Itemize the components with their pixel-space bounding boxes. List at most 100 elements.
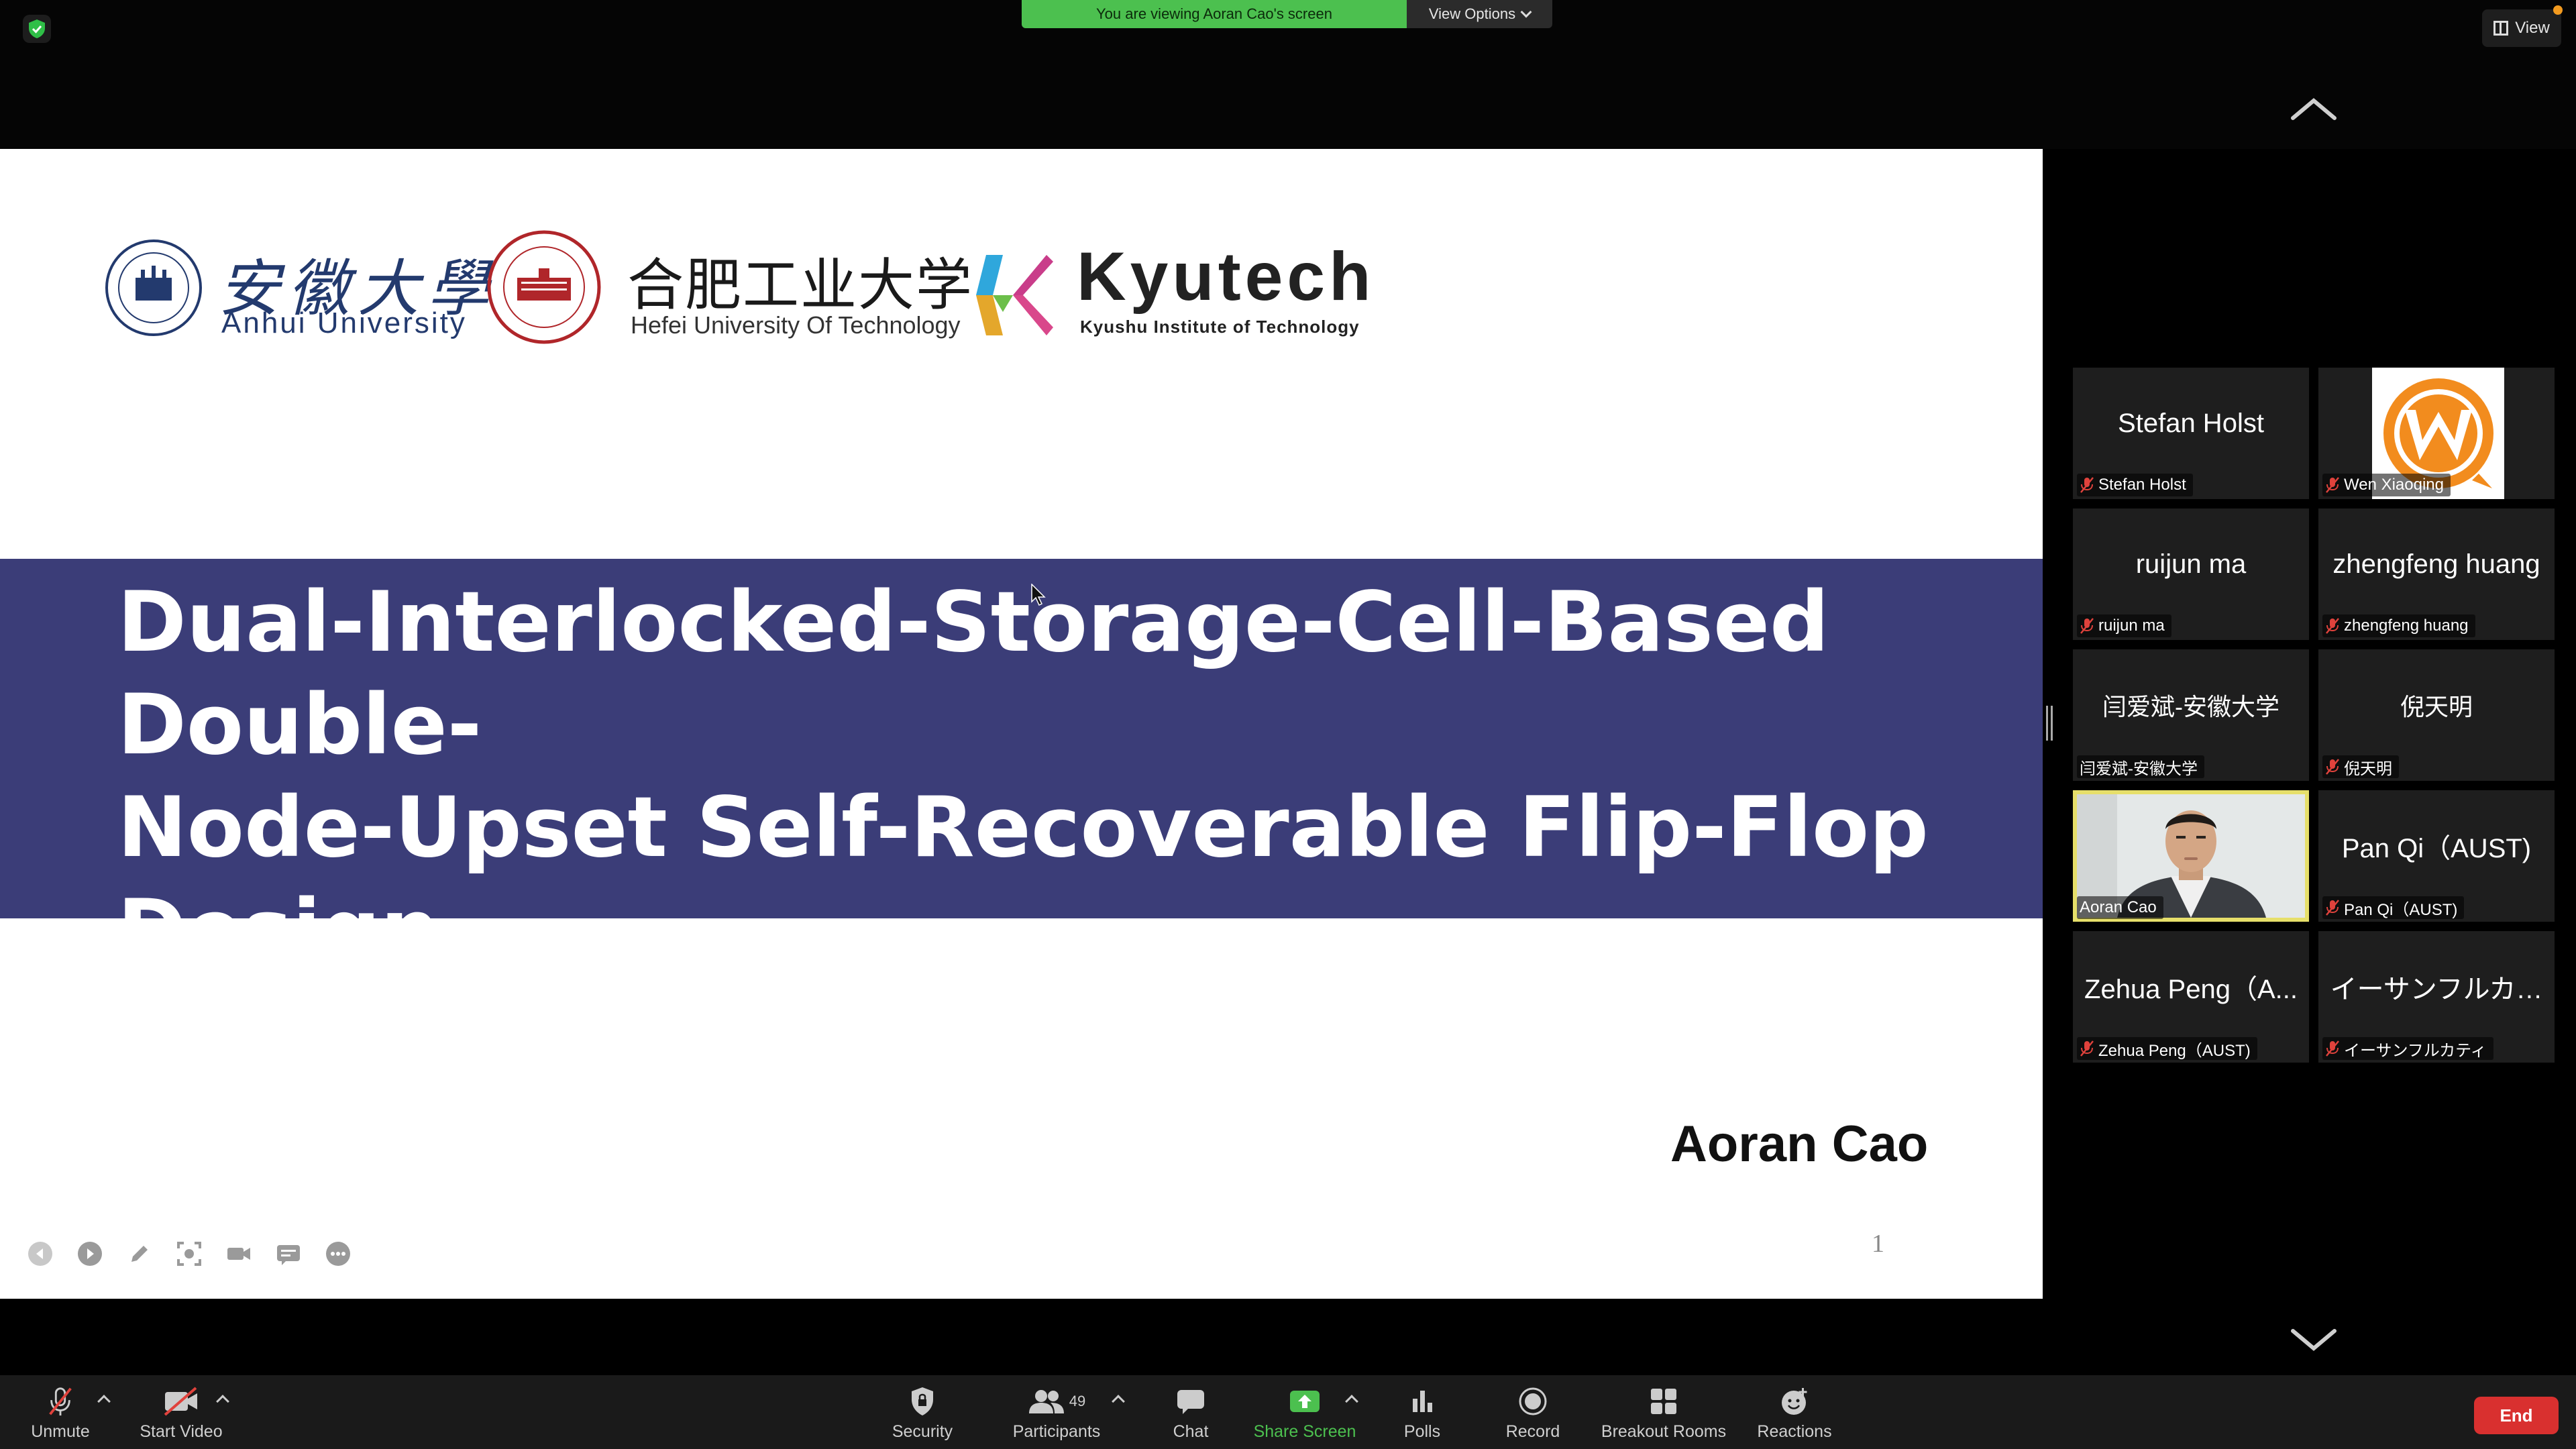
participant-label-text: イーサンフルカティ bbox=[2344, 1041, 2487, 1060]
participant-name-label: ruijun ma bbox=[2077, 614, 2171, 637]
view-options-button[interactable]: View Options bbox=[1407, 0, 1552, 28]
muted-mic-icon bbox=[2080, 477, 2094, 493]
record-label: Record bbox=[1505, 1422, 1560, 1441]
participant-tile-active-speaker[interactable]: Aoran Cao bbox=[2073, 790, 2309, 922]
participant-tile[interactable]: zhengfeng huang zhengfeng huang bbox=[2318, 508, 2555, 640]
pen-icon[interactable] bbox=[126, 1240, 153, 1267]
meeting-toolbar: Unmute Start Video Security 49 Participa… bbox=[0, 1375, 2576, 1449]
top-bar: You are viewing Aoran Cao's screen View … bbox=[0, 0, 2576, 149]
shared-slide: 安徽大學 Anhui University 合肥工业大学 Hefei Unive… bbox=[0, 149, 2043, 1299]
slide-logos: 安徽大學 Anhui University 合肥工业大学 Hefei Unive… bbox=[101, 189, 1375, 344]
start-video-button[interactable]: Start Video bbox=[134, 1382, 228, 1446]
muted-mic-icon bbox=[49, 1387, 72, 1416]
participants-label: Participants bbox=[1012, 1422, 1101, 1441]
participant-display-name: イーサンフルカ… bbox=[2330, 975, 2543, 1004]
polls-button[interactable]: Polls bbox=[1389, 1382, 1456, 1446]
participant-name-label: Stefan Holst bbox=[2077, 474, 2193, 496]
gallery-scroll-down-button[interactable] bbox=[2289, 1327, 2339, 1354]
participant-tile[interactable]: イーサンフルカ… イーサンフルカティ bbox=[2318, 931, 2555, 1063]
participant-display-name: Zehua Peng（A... bbox=[2084, 975, 2298, 1004]
kyutech-logo-subtitle: Kyushu Institute of Technology bbox=[1080, 317, 1360, 337]
polls-icon bbox=[1413, 1391, 1432, 1412]
muted-mic-icon bbox=[2326, 1040, 2339, 1057]
participant-name-label: イーサンフルカティ bbox=[2322, 1037, 2493, 1060]
security-button[interactable]: Security bbox=[879, 1382, 966, 1446]
security-label: Security bbox=[892, 1422, 953, 1441]
participant-tile[interactable]: Zehua Peng（A... Zehua Peng（AUST) bbox=[2073, 931, 2309, 1063]
participants-icon bbox=[1028, 1390, 1064, 1413]
slide-title-line-2: Node-Upset Self-Recoverable Flip-Flop De… bbox=[117, 780, 1929, 979]
muted-mic-icon bbox=[2326, 759, 2339, 775]
participant-tile[interactable]: Pan Qi（AUST) Pan Qi（AUST) bbox=[2318, 790, 2555, 922]
encryption-shield-icon[interactable] bbox=[23, 15, 51, 43]
participant-display-name: 闫爱斌-安徽大学 bbox=[2102, 693, 2279, 720]
chevron-down-icon bbox=[1520, 6, 1532, 18]
gallery-resize-handle[interactable] bbox=[2046, 706, 2053, 741]
participant-tile[interactable]: Stefan Holst Stefan Holst bbox=[2073, 368, 2309, 499]
participant-name-label: Aoran Cao bbox=[2077, 896, 2163, 919]
share-screen-label: Share Screen bbox=[1253, 1422, 1356, 1441]
zoom-focus-icon[interactable] bbox=[176, 1240, 203, 1267]
participant-gallery: Stefan Holst Stefan Holst Wen Xiaoqing r… bbox=[2073, 368, 2555, 1065]
participant-name-label: zhengfeng huang bbox=[2322, 614, 2475, 637]
breakout-rooms-button[interactable]: Breakout Rooms bbox=[1597, 1382, 1731, 1446]
participants-button[interactable]: 49 Participants bbox=[1006, 1382, 1107, 1446]
muted-mic-icon bbox=[2080, 618, 2094, 634]
shield-icon bbox=[912, 1387, 933, 1415]
participant-tile[interactable]: Wen Xiaoqing bbox=[2318, 368, 2555, 499]
muted-mic-icon bbox=[2326, 477, 2339, 493]
camera-icon[interactable] bbox=[225, 1240, 252, 1267]
muted-mic-icon bbox=[2080, 1040, 2094, 1057]
reactions-label: Reactions bbox=[1757, 1422, 1832, 1441]
gallery-scroll-up-button[interactable] bbox=[2289, 95, 2339, 122]
video-off-icon bbox=[164, 1387, 197, 1416]
record-button[interactable]: Record bbox=[1496, 1382, 1570, 1446]
participant-display-name: Pan Qi（AUST) bbox=[2341, 834, 2532, 863]
chat-label: Chat bbox=[1173, 1422, 1209, 1441]
viewing-screen-banner: You are viewing Aoran Cao's screen bbox=[1022, 0, 1407, 28]
subtitles-icon[interactable] bbox=[275, 1240, 302, 1267]
view-label: View bbox=[2515, 19, 2550, 37]
muted-mic-icon bbox=[2326, 618, 2339, 634]
participant-label-text: Wen Xiaoqing bbox=[2344, 476, 2444, 494]
slide-title-line-1: Dual-Interlocked-Storage-Cell-Based Doub… bbox=[117, 574, 1829, 773]
end-meeting-button[interactable]: End bbox=[2474, 1397, 2559, 1434]
reactions-button[interactable]: Reactions bbox=[1751, 1382, 1838, 1446]
hefei-logo-english: Hefei University Of Technology bbox=[631, 311, 961, 339]
participant-label-text: zhengfeng huang bbox=[2344, 616, 2469, 635]
next-slide-icon[interactable] bbox=[76, 1240, 103, 1267]
more-options-icon[interactable] bbox=[325, 1240, 352, 1267]
participant-name-label: 闫爱斌-安徽大学 bbox=[2077, 755, 2204, 778]
anhui-university-seal-icon bbox=[105, 239, 202, 336]
participant-name-label: 倪天明 bbox=[2322, 755, 2399, 778]
share-screen-icon bbox=[1290, 1391, 1320, 1412]
participant-display-name: 倪天明 bbox=[2400, 693, 2473, 720]
participant-tile[interactable]: ruijun ma ruijun ma bbox=[2073, 508, 2309, 640]
record-icon bbox=[1519, 1387, 1547, 1415]
view-button[interactable]: View bbox=[2482, 9, 2561, 47]
slide-title: Dual-Interlocked-Storage-Cell-Based Doub… bbox=[117, 572, 2036, 1085]
share-screen-button[interactable]: Share Screen bbox=[1248, 1382, 1362, 1446]
notification-dot bbox=[2553, 5, 2563, 15]
previous-slide-icon[interactable] bbox=[27, 1240, 54, 1267]
participant-name-label: Wen Xiaoqing bbox=[2322, 474, 2451, 496]
mouse-cursor-icon bbox=[1031, 584, 1046, 606]
slide-page-number: 1 bbox=[1872, 1230, 1884, 1258]
hefei-university-seal-icon bbox=[487, 230, 601, 344]
breakout-rooms-icon bbox=[1651, 1389, 1676, 1414]
speaker-view-icon bbox=[2493, 21, 2509, 36]
kyutech-k-mark-icon bbox=[976, 255, 1053, 335]
participant-label-text: Pan Qi（AUST) bbox=[2344, 900, 2458, 919]
hefei-logo-chinese: 合肥工业大学 bbox=[627, 252, 974, 318]
kyutech-logo-name: Kyutech bbox=[1077, 238, 1375, 315]
participant-name-label: Pan Qi（AUST) bbox=[2322, 896, 2465, 919]
participant-tile[interactable]: 闫爱斌-安徽大学 闫爱斌-安徽大学 bbox=[2073, 649, 2309, 781]
unmute-button[interactable]: Unmute bbox=[20, 1382, 101, 1446]
muted-mic-icon bbox=[2326, 900, 2339, 916]
chat-button[interactable]: Chat bbox=[1154, 1382, 1228, 1446]
presentation-controls bbox=[27, 1240, 352, 1267]
participant-tile[interactable]: 倪天明 倪天明 bbox=[2318, 649, 2555, 781]
unmute-label: Unmute bbox=[31, 1422, 90, 1441]
participants-options-caret[interactable] bbox=[1112, 1395, 1125, 1408]
participant-label-text: 闫爱斌-安徽大学 bbox=[2080, 759, 2198, 778]
